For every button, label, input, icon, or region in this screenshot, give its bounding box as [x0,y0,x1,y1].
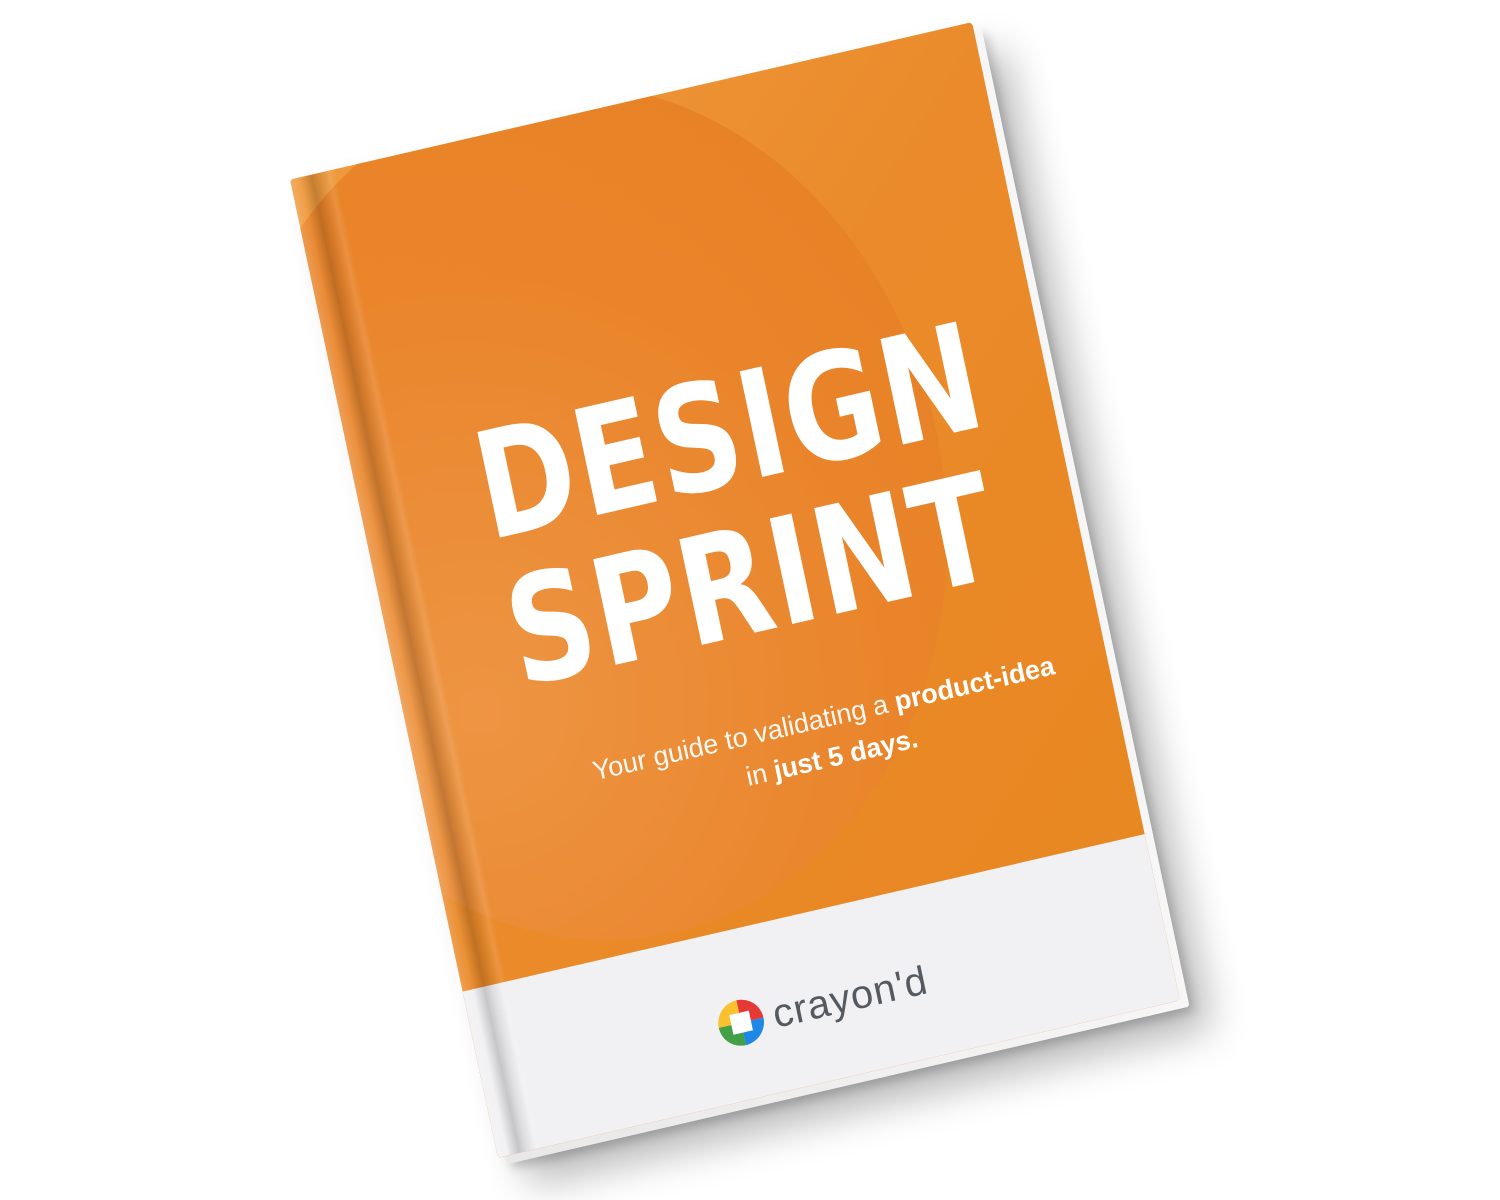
crayond-logo-icon [718,999,765,1046]
subtitle-text-2: in [743,756,778,792]
brand-name: crayon'd [768,957,932,1037]
book-cover: DESIGN SPRINT Your guide to validating a… [289,22,1181,1158]
scene: DESIGN SPRINT Your guide to validating a… [0,0,1500,1200]
book: DESIGN SPRINT Your guide to validating a… [289,22,1190,1164]
